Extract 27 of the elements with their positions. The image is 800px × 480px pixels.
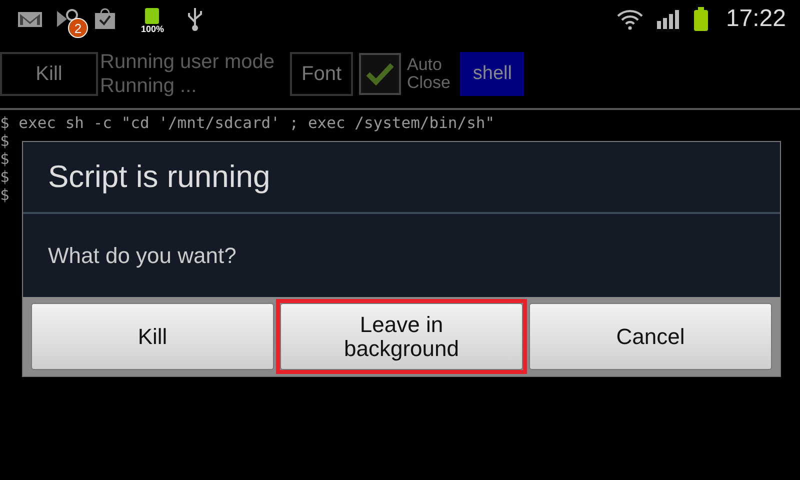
usb-icon xyxy=(186,6,204,32)
check-icon xyxy=(365,61,395,87)
terminal-line: $ xyxy=(0,186,10,204)
dialog-message: What do you want? xyxy=(47,242,238,270)
shell-button[interactable]: shell xyxy=(460,52,524,96)
dialog-button[interactable]: Leave in background xyxy=(280,303,523,370)
auto-close-checkbox[interactable] xyxy=(359,53,401,95)
status-title: Running user mode xyxy=(100,50,276,74)
signal-icon xyxy=(656,8,680,30)
font-button[interactable]: Font xyxy=(290,52,353,96)
kill-button[interactable]: Kill xyxy=(0,52,98,96)
terminal-line: $ xyxy=(0,132,10,150)
battery-percent: 100% xyxy=(141,24,164,34)
clock-time: 17:22 xyxy=(726,5,786,33)
dialog-button[interactable]: Cancel xyxy=(529,303,772,370)
shopping-bag-check-icon xyxy=(93,7,117,31)
auto-close-label: Auto Close xyxy=(407,56,450,92)
dialog-title: Script is running xyxy=(23,142,780,214)
terminal-line: $ xyxy=(0,150,10,168)
terminal-line: $ xyxy=(0,168,10,186)
dialog-button[interactable]: Kill xyxy=(31,303,274,370)
wifi-icon xyxy=(616,8,644,30)
battery-icon xyxy=(692,6,710,32)
status-text: Running ... xyxy=(100,74,198,98)
notification-badge: 2 xyxy=(68,18,88,38)
terminal-line: $ exec sh -c "cd '/mnt/sdcard' ; exec /system/bin/sh" xyxy=(0,114,495,132)
mail-icon xyxy=(17,9,43,29)
